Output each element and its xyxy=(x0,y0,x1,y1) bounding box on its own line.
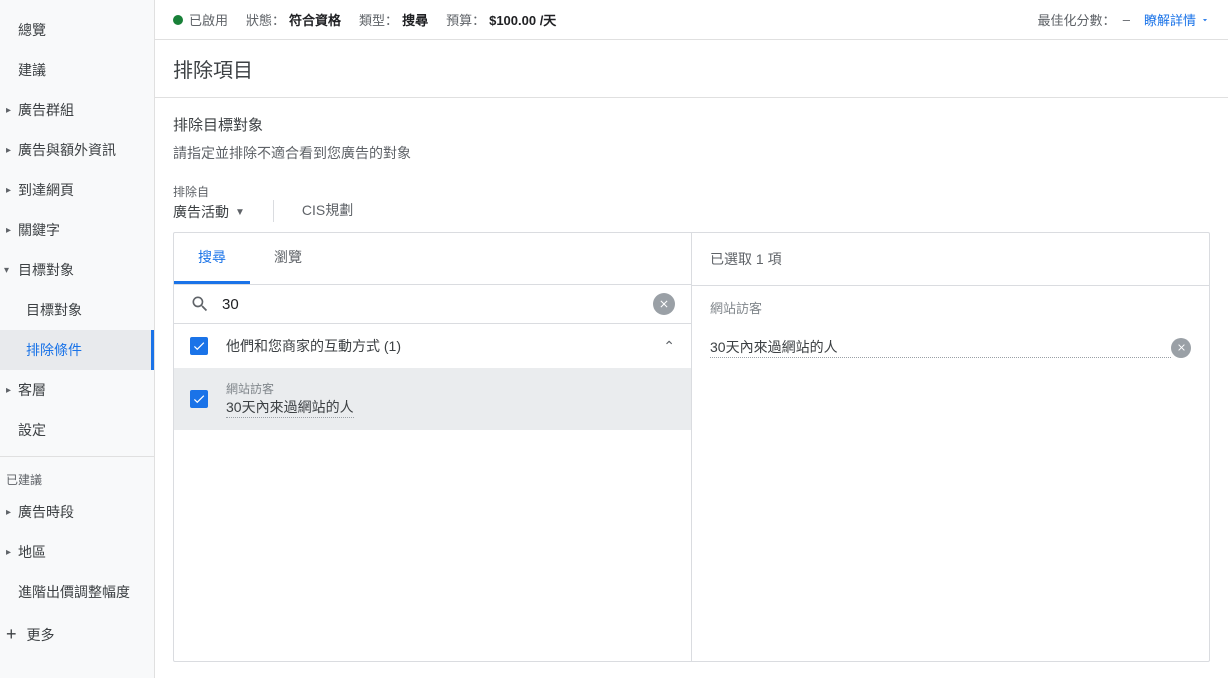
campaign-name: CIS規劃 xyxy=(302,200,353,222)
tab-search[interactable]: 搜尋 xyxy=(174,233,250,284)
nav-exclusions[interactable]: 排除條件 xyxy=(0,330,154,370)
tab-browse[interactable]: 瀏覽 xyxy=(250,233,326,284)
picker-left-pane: 搜尋 瀏覽 他們和您商家的互動方式 (1) xyxy=(174,233,692,661)
nav-divider xyxy=(0,456,154,457)
result-item[interactable]: 網站訪客 30天內來過網站的人 xyxy=(174,368,691,430)
clear-search-button[interactable] xyxy=(653,293,675,315)
nav-demographics[interactable]: 客層 xyxy=(0,370,154,410)
nav-suggested-label: 已建議 xyxy=(0,463,154,492)
status-type: 類型：搜尋 xyxy=(359,10,428,29)
exclude-from-row: 排除自 廣告活動 ▼ CIS規劃 xyxy=(173,183,1210,222)
nav-bid-adj[interactable]: 進階出價調整幅度 xyxy=(0,572,154,612)
selected-group: 網站訪客 xyxy=(692,286,1209,329)
status-score: 最佳化分數： – xyxy=(1038,10,1130,29)
chevron-down-icon xyxy=(1200,15,1210,25)
checkbox-checked-icon[interactable] xyxy=(190,337,208,355)
nav-audiences-sub[interactable]: 目標對象 xyxy=(0,290,154,330)
status-enabled[interactable]: 已啟用 xyxy=(173,10,228,29)
selected-item: 30天內來過網站的人 xyxy=(692,329,1209,366)
main: 已啟用 狀態：符合資格 類型：搜尋 預算：$100.00 /天 最佳化分數： –… xyxy=(155,0,1228,678)
status-status: 狀態：符合資格 xyxy=(246,10,341,29)
nav-ads-extensions[interactable]: 廣告與額外資訊 xyxy=(0,130,154,170)
learn-more-link[interactable]: 瞭解詳情 xyxy=(1144,10,1210,29)
result-category: 網站訪客 xyxy=(226,380,675,397)
nav-keywords[interactable]: 關鍵字 xyxy=(0,210,154,250)
nav-schedule[interactable]: 廣告時段 xyxy=(0,492,154,532)
result-name: 30天內來過網站的人 xyxy=(226,397,354,418)
nav-audiences[interactable]: 目標對象 xyxy=(0,250,154,290)
search-icon xyxy=(190,294,210,314)
exclude-from-label: 排除自 xyxy=(173,183,245,200)
nav-landing[interactable]: 到達網頁 xyxy=(0,170,154,210)
sidebar: 總覽 建議 廣告群組 廣告與額外資訊 到達網頁 關鍵字 目標對象 目標對象 排除… xyxy=(0,0,155,678)
chevron-up-icon: ⌃ xyxy=(663,338,675,355)
search-input[interactable] xyxy=(222,296,653,313)
selected-header: 已選取 1 項 xyxy=(692,233,1209,286)
checkbox-checked-icon[interactable] xyxy=(190,390,208,408)
close-icon xyxy=(1176,342,1187,353)
nav-overview[interactable]: 總覽 xyxy=(0,10,154,50)
status-budget[interactable]: 預算：$100.00 /天 xyxy=(446,10,556,29)
plus-icon: + xyxy=(6,624,17,645)
close-icon xyxy=(658,298,670,310)
section-title: 排除目標對象 xyxy=(173,114,1210,135)
section-desc: 請指定並排除不適合看到您廣告的對象 xyxy=(173,143,1210,163)
search-row xyxy=(174,285,691,324)
status-bar: 已啟用 狀態：符合資格 類型：搜尋 預算：$100.00 /天 最佳化分數： –… xyxy=(155,0,1228,40)
picker-tabs: 搜尋 瀏覽 xyxy=(174,233,691,285)
status-dot-icon xyxy=(173,15,183,25)
result-group-label: 他們和您商家的互動方式 (1) xyxy=(226,336,663,356)
picker-right-pane: 已選取 1 項 網站訪客 30天內來過網站的人 xyxy=(692,233,1209,661)
result-group[interactable]: 他們和您商家的互動方式 (1) ⌃ xyxy=(174,324,691,368)
selected-item-name: 30天內來過網站的人 xyxy=(710,337,1171,358)
audience-picker: 搜尋 瀏覽 他們和您商家的互動方式 (1) xyxy=(173,232,1210,662)
remove-selected-button[interactable] xyxy=(1171,338,1191,358)
nav-locations[interactable]: 地區 xyxy=(0,532,154,572)
nav-adgroups[interactable]: 廣告群組 xyxy=(0,90,154,130)
nav-more[interactable]: +更多 xyxy=(0,612,154,657)
content: 排除目標對象 請指定並排除不適合看到您廣告的對象 排除自 廣告活動 ▼ CIS規… xyxy=(155,98,1228,678)
divider xyxy=(273,200,274,222)
page-title: 排除項目 xyxy=(155,40,1228,98)
nav-recommendations[interactable]: 建議 xyxy=(0,50,154,90)
nav-settings[interactable]: 設定 xyxy=(0,410,154,450)
exclude-from-select[interactable]: 排除自 廣告活動 ▼ xyxy=(173,183,245,222)
dropdown-icon: ▼ xyxy=(235,207,245,218)
